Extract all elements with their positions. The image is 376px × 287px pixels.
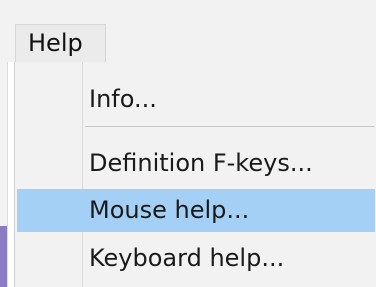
- background-window-accent: [0, 226, 7, 287]
- menu-item-info[interactable]: Info...: [17, 78, 375, 121]
- help-menu-screenshot: Help Info... Definition F-keys... Mouse …: [0, 0, 376, 287]
- menu-help[interactable]: Help: [15, 24, 106, 62]
- help-dropdown-menu: Info... Definition F-keys... Mouse help.…: [14, 62, 376, 287]
- menu-item-keyboard-help[interactable]: Keyboard help...: [17, 237, 375, 280]
- menu-separator: [85, 126, 375, 127]
- menu-item-definition-f-keys[interactable]: Definition F-keys...: [17, 142, 375, 185]
- menu-bar: Help: [0, 0, 376, 62]
- menu-item-mouse-help[interactable]: Mouse help...: [17, 189, 375, 232]
